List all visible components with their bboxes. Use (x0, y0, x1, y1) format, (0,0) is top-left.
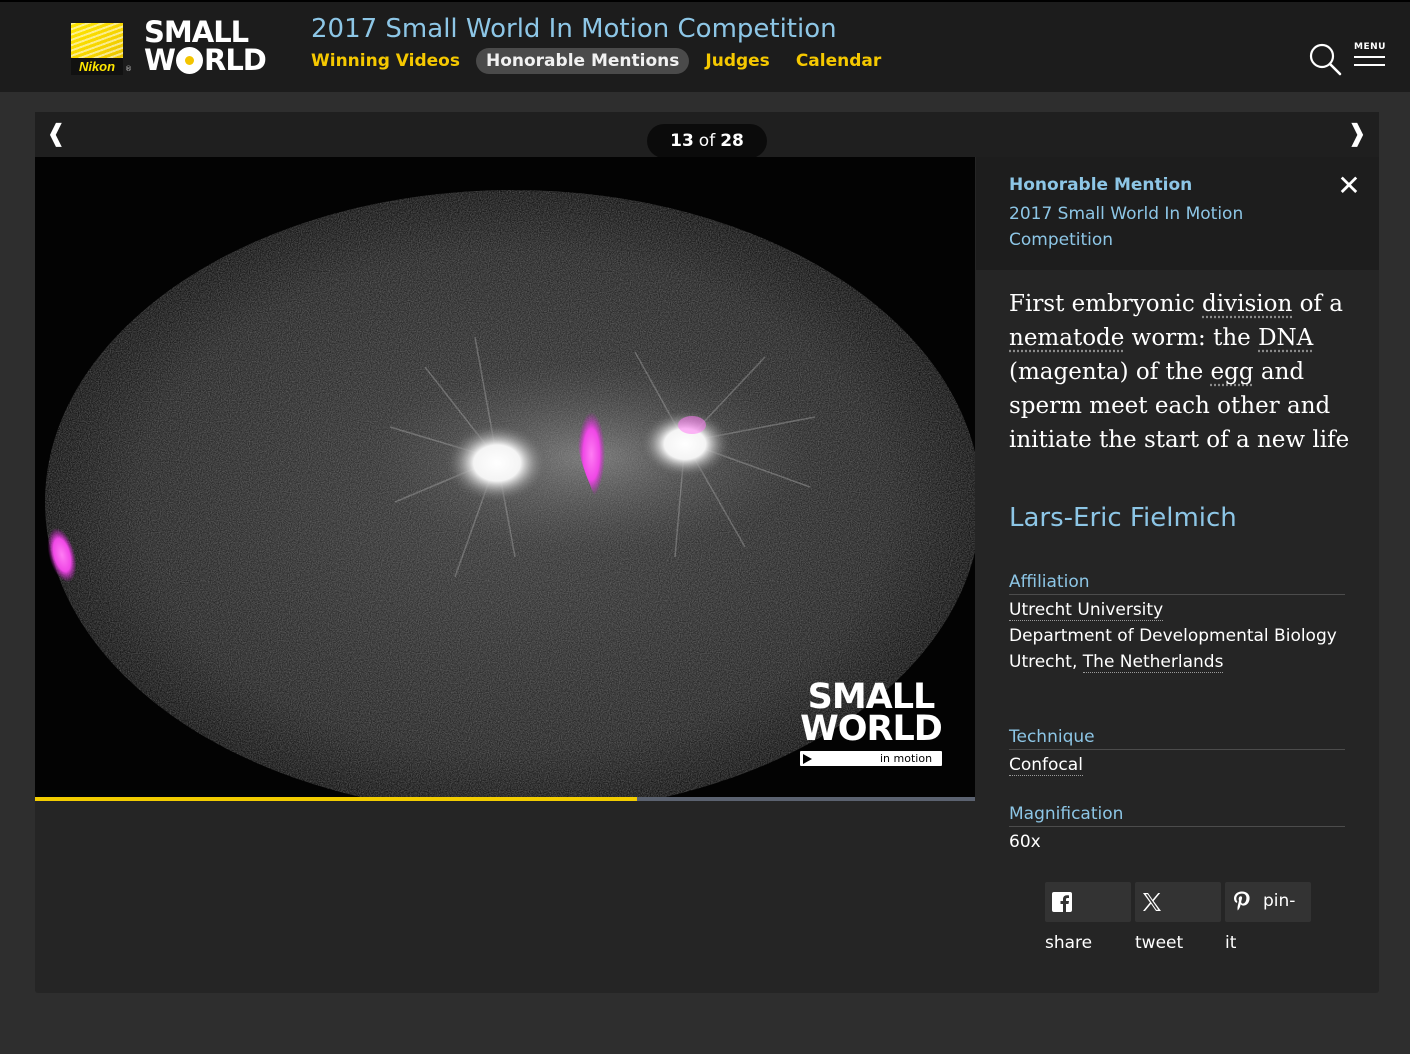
main-nav: Winning Videos Honorable Mentions Judges… (311, 48, 881, 74)
next-arrow-icon[interactable]: ❱ (1342, 118, 1372, 148)
play-icon (803, 754, 812, 764)
small-world-logo-line1: SMALL (144, 15, 249, 49)
video-progress-fill (35, 797, 637, 801)
affiliation-heading: Affiliation (1009, 570, 1345, 595)
pin-label-inline: pin- (1263, 891, 1296, 911)
technique-heading: Technique (1009, 725, 1345, 750)
nav-judges[interactable]: Judges (705, 48, 769, 74)
facebook-share-box (1045, 882, 1131, 922)
nikon-logo-text: Nikon (71, 58, 123, 75)
technique-line: Confocal (1009, 752, 1345, 778)
slide-counter: 13 of 28 (647, 124, 767, 158)
gallery-panel: ❰ 13 of 28 ❱ SMALL WORLD in motion Honor… (35, 112, 1379, 993)
counter-of: of (698, 131, 716, 151)
tweet-button[interactable]: tweet (1135, 882, 1221, 954)
tweet-box (1135, 882, 1221, 922)
menu-button[interactable]: MENU (1353, 42, 1387, 72)
small-world-logo[interactable]: SMALL W RLD (144, 15, 267, 78)
counter-total: 28 (720, 131, 744, 151)
magnification-heading: Magnification (1009, 802, 1345, 827)
caption-link-nematode[interactable]: nematode (1009, 325, 1124, 351)
site-header: Nikon ® SMALL W RLD 2017 Small World In M… (0, 0, 1410, 92)
competition-label: 2017 Small World In Motion Competition (1009, 204, 1244, 250)
small-world-logo-line2: W RLD (144, 43, 267, 77)
author-name[interactable]: Lars-Eric Fielmich (1009, 503, 1237, 533)
nikon-logo-rays (71, 23, 123, 59)
affiliation-department: Department of Developmental Biology (1009, 626, 1337, 646)
caption-text: First embryonic (1009, 291, 1203, 317)
caption-text: of a (1292, 291, 1343, 317)
menu-label: MENU (1354, 42, 1386, 52)
pin-it-label: it (1225, 933, 1237, 953)
facebook-icon (1052, 892, 1072, 912)
flower-o-icon (176, 47, 203, 74)
watermark-line2: WORLD (800, 709, 943, 749)
award-label: Honorable Mention (1009, 175, 1193, 195)
caption-link-egg[interactable]: egg (1211, 359, 1254, 385)
watermark-tagline-bar: in motion (800, 751, 942, 766)
video-progress-bar[interactable] (35, 797, 975, 801)
technique-value[interactable]: Confocal (1009, 755, 1083, 776)
pinterest-icon (1234, 891, 1250, 911)
watermark-tagline: in motion (880, 752, 933, 765)
magnification-section: Magnification 60x (1009, 802, 1345, 855)
caption-text: worm: the (1124, 325, 1259, 351)
caption-text: (magenta) of the (1009, 359, 1211, 385)
nav-winning-videos[interactable]: Winning Videos (311, 48, 460, 74)
affiliation-university-line: Utrecht University (1009, 597, 1345, 623)
affiliation-location: Utrecht, The Netherlands (1009, 649, 1345, 675)
tweet-label: tweet (1135, 933, 1184, 953)
nikon-logo[interactable]: Nikon (71, 23, 123, 75)
magnification-value: 60x (1009, 832, 1041, 852)
competition-title[interactable]: 2017 Small World In Motion Competition (311, 14, 837, 44)
hamburger-bar (1354, 64, 1385, 66)
share-buttons: share tweet pin- it (1045, 882, 1325, 954)
affiliation-university[interactable]: Utrecht University (1009, 600, 1164, 621)
share-label: share (1045, 933, 1093, 953)
x-twitter-icon (1143, 893, 1161, 911)
nav-calendar[interactable]: Calendar (796, 48, 881, 74)
pin-it-box: pin- (1225, 882, 1311, 922)
caption-link-division[interactable]: division (1202, 291, 1292, 317)
video-caption: First embryonic division of a nematode w… (1009, 287, 1354, 457)
gallery-topbar: ❰ 13 of 28 ❱ (35, 112, 1379, 158)
nav-honorable-mentions[interactable]: Honorable Mentions (475, 48, 690, 74)
facebook-share-button[interactable]: share (1045, 882, 1131, 954)
hamburger-icon (1354, 56, 1385, 58)
search-icon[interactable] (1308, 42, 1342, 76)
registered-mark: ® (125, 65, 132, 73)
centrosome-left (445, 423, 549, 503)
info-header: Honorable Mention 2017 Small World In Mo… (976, 157, 1379, 270)
prev-arrow-icon[interactable]: ❰ (41, 118, 71, 148)
technique-section: Technique Confocal (1009, 725, 1345, 778)
logo-rld: RLD (204, 43, 267, 77)
caption-link-dna[interactable]: DNA (1258, 325, 1313, 351)
small-world-in-motion-watermark: SMALL WORLD in motion (795, 678, 951, 768)
pin-it-button[interactable]: pin- it (1225, 882, 1311, 954)
affiliation-city: Utrecht, (1009, 652, 1083, 672)
close-icon[interactable]: ✕ (1334, 171, 1364, 201)
counter-current: 13 (670, 131, 694, 151)
logo-w: W (144, 43, 176, 77)
affiliation-section: Affiliation Utrecht University Departmen… (1009, 570, 1345, 675)
video-player[interactable]: SMALL WORLD in motion (35, 157, 975, 797)
affiliation-country[interactable]: The Netherlands (1082, 652, 1224, 673)
